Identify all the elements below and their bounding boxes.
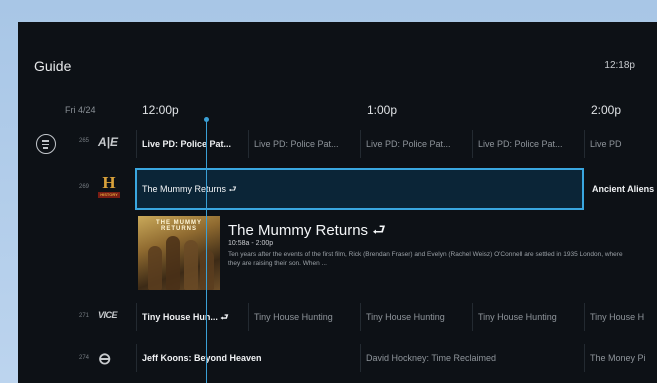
selected-program-cell[interactable]: The Mummy Returns ⮐ (135, 168, 584, 210)
program-cell[interactable]: David Hockney: Time Reclaimed (360, 344, 584, 372)
channel-number: 269 (78, 184, 89, 190)
time-slot-1: 12:00p (142, 103, 179, 117)
ae-logo-icon: A|E (98, 135, 119, 149)
time-slot-3: 2:00p (591, 103, 622, 117)
current-time-marker (204, 117, 209, 122)
current-time-line (206, 118, 207, 383)
channel-number: 271 (78, 313, 89, 319)
time-slot-2: 1:00p (367, 103, 398, 117)
program-cell[interactable]: Tiny House Hunting (472, 303, 584, 331)
channel-row-vice: 271 VICE Tiny House Hun... ⮐ Tiny House … (18, 299, 657, 335)
program-cell[interactable]: Ancient Aliens (588, 168, 657, 210)
program-cell[interactable]: Live PD (584, 130, 657, 158)
program-cell[interactable]: Tiny House Hunting (248, 303, 360, 331)
history-logo-icon: H HISTORY (98, 174, 120, 198)
vice-logo-icon: VICE (98, 310, 118, 320)
channel-row-ae: 265 A|E Live PD: Police Pat... Live PD: … (18, 126, 657, 162)
program-poster[interactable]: THE MUMMY RETURNS (138, 216, 220, 290)
program-cell[interactable]: Live PD: Police Pat... (248, 130, 360, 158)
channel-row-history: 269 H HISTORY The Mummy Returns ⮐ Ancien… (18, 168, 657, 210)
detail-description: Ten years after the events of the first … (228, 251, 623, 267)
program-cell[interactable]: Tiny House H (584, 303, 657, 331)
program-cell[interactable]: Live PD: Police Pat... (136, 130, 248, 158)
program-cell[interactable]: The Money Pi (584, 344, 657, 372)
program-cell[interactable]: Live PD: Police Pat... (472, 130, 584, 158)
channel-number: 274 (78, 355, 89, 361)
channel-row-274: 274 ⊖ Jeff Koons: Beyond Heaven David Ho… (18, 340, 657, 378)
program-cell[interactable]: Jeff Koons: Beyond Heaven (136, 344, 360, 372)
program-cell[interactable]: Tiny House Hun... ⮐ (136, 303, 248, 331)
guide-screen: Guide 12:18p Fri 4/24 12:00p 1:00p 2:00p… (18, 22, 657, 383)
program-cell[interactable]: Live PD: Police Pat... (360, 130, 472, 158)
channel-logo-icon: ⊖ (98, 351, 112, 368)
program-detail-panel: THE MUMMY RETURNS The Mummy Returns ⮐ 10… (18, 216, 657, 294)
page-title: Guide (34, 58, 72, 74)
filter-icon[interactable] (36, 134, 56, 154)
channel-number: 265 (78, 138, 89, 144)
detail-time: 10:58a - 2:00p (228, 240, 274, 247)
clock: 12:18p (604, 60, 635, 71)
guide-date: Fri 4/24 (65, 105, 96, 115)
program-cell[interactable]: Tiny House Hunting (360, 303, 472, 331)
